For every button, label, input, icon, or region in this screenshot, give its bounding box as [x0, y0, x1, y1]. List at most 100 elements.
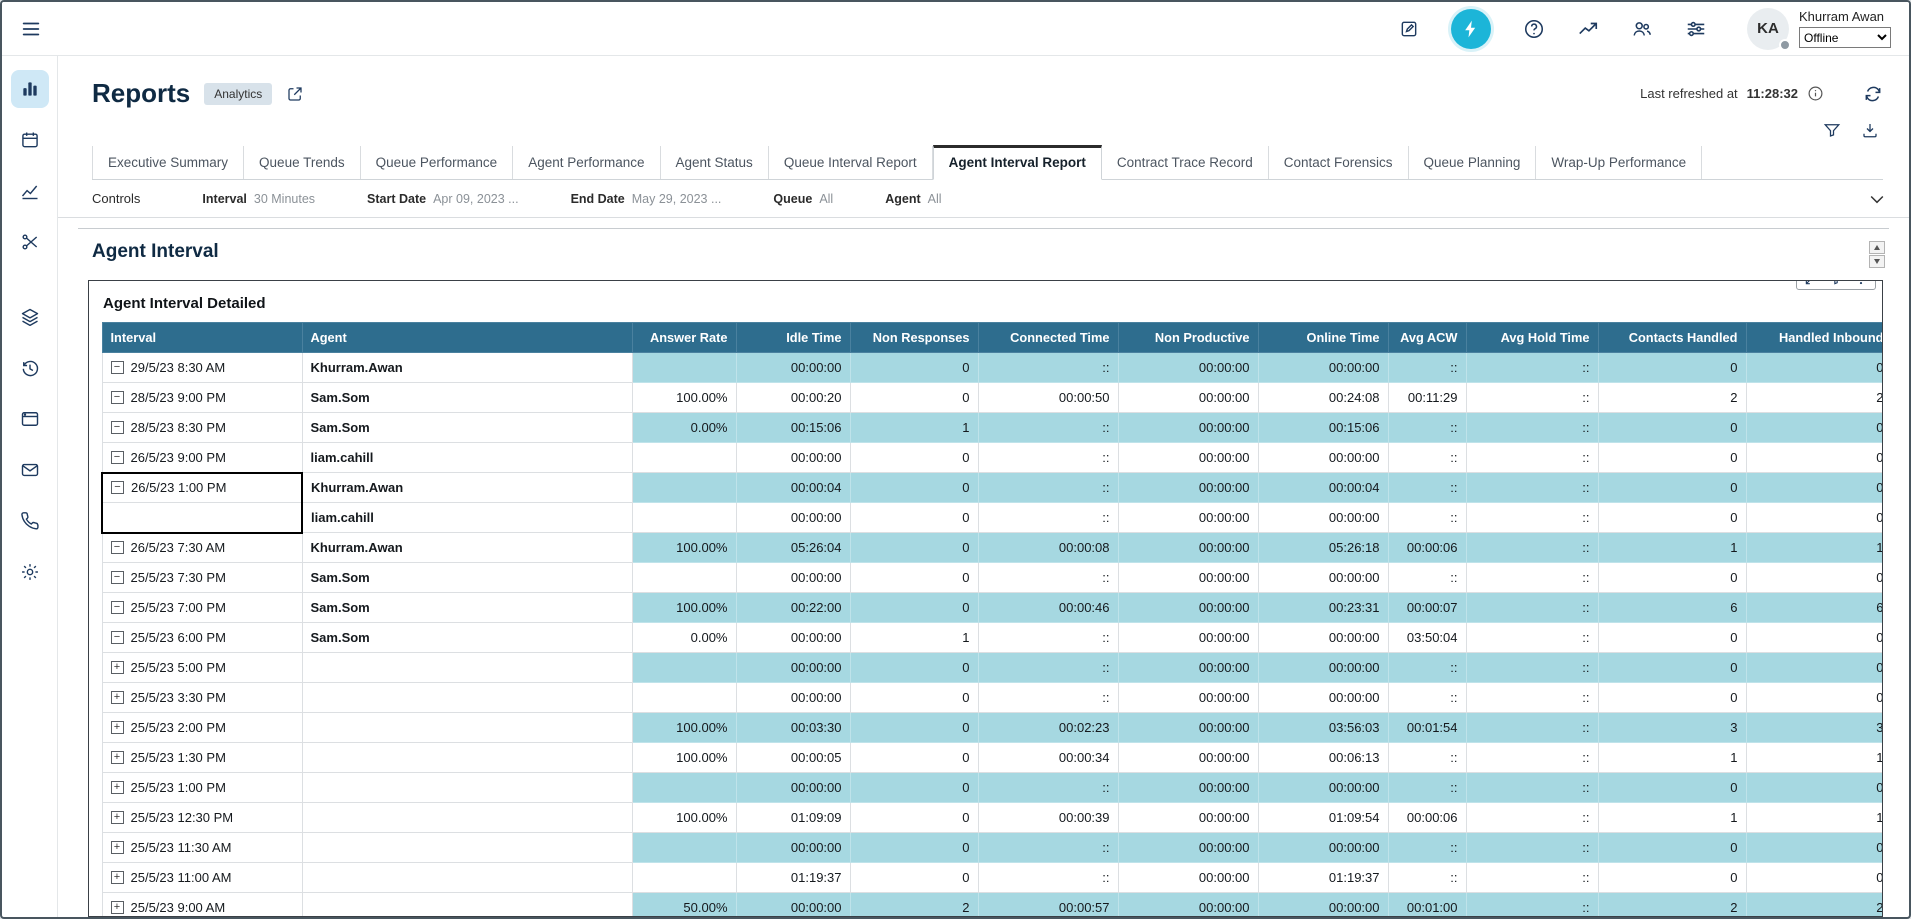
cell-agent[interactable] [302, 803, 632, 833]
cell-value[interactable]: 1 [1598, 803, 1746, 833]
cell-value[interactable]: :: [1388, 833, 1466, 863]
cell-value[interactable]: 00:00:00 [1118, 713, 1258, 743]
cell-agent[interactable] [302, 833, 632, 863]
column-header-handled-inbound[interactable]: Handled Inbound [1746, 323, 1883, 353]
cell-value[interactable]: 03:56:03 [1258, 713, 1388, 743]
cell-value[interactable]: 0 [850, 383, 978, 413]
control-end-date[interactable]: End DateMay 29, 2023 ... [571, 192, 722, 206]
cell-value[interactable]: 00:00:00 [1258, 653, 1388, 683]
cell-value[interactable]: 00:00:34 [978, 743, 1118, 773]
sidebar-item-line-chart[interactable] [11, 172, 49, 210]
tab-wrap-up-performance[interactable]: Wrap-Up Performance [1536, 146, 1702, 179]
cell-value[interactable]: 2 [1746, 893, 1883, 918]
expand-row-icon[interactable]: + [111, 751, 124, 764]
expand-row-icon[interactable]: + [111, 781, 124, 794]
cell-value[interactable] [632, 863, 736, 893]
cell-value[interactable]: 0 [1746, 833, 1883, 863]
cell-agent[interactable]: Sam.Som [302, 383, 632, 413]
cell-agent[interactable] [302, 773, 632, 803]
cell-value[interactable]: :: [1466, 593, 1598, 623]
cell-value[interactable]: 0 [850, 863, 978, 893]
cell-value[interactable]: :: [978, 833, 1118, 863]
cell-value[interactable]: :: [978, 413, 1118, 443]
cell-value[interactable]: 0 [1746, 683, 1883, 713]
cell-value[interactable]: :: [978, 443, 1118, 473]
tab-queue-performance[interactable]: Queue Performance [361, 146, 514, 179]
chevron-down-icon[interactable] [1867, 189, 1887, 209]
cell-value[interactable]: 3 [1746, 713, 1883, 743]
cell-value[interactable]: 00:00:00 [736, 623, 850, 653]
cell-value[interactable]: 1 [1598, 533, 1746, 563]
cell-value[interactable]: :: [978, 683, 1118, 713]
cell-value[interactable]: 0 [1598, 653, 1746, 683]
cell-value[interactable]: 00:00:00 [736, 833, 850, 863]
cell-value[interactable]: 0 [1598, 833, 1746, 863]
export-icon[interactable] [1861, 121, 1879, 139]
cell-value[interactable]: 0 [850, 683, 978, 713]
cell-value[interactable]: :: [1388, 413, 1466, 443]
sidebar-item-layers[interactable] [11, 298, 49, 336]
cell-value[interactable]: 00:00:00 [1118, 893, 1258, 918]
cell-interval[interactable]: −25/5/23 7:00 PM [102, 593, 302, 623]
cell-value[interactable]: :: [1466, 653, 1598, 683]
info-icon[interactable] [1807, 85, 1824, 102]
cell-value[interactable]: 0.00% [632, 623, 736, 653]
contacts-icon[interactable] [1631, 18, 1653, 40]
cell-value[interactable]: 00:15:06 [1258, 413, 1388, 443]
control-queue[interactable]: QueueAll [773, 192, 833, 206]
column-header-interval[interactable]: Interval [102, 323, 302, 353]
cell-value[interactable]: 0 [1746, 353, 1883, 383]
expand-row-icon[interactable]: + [111, 901, 124, 914]
cell-value[interactable]: 1 [1598, 743, 1746, 773]
cell-agent[interactable]: liam.cahill [302, 503, 632, 533]
cell-value[interactable]: 00:00:39 [978, 803, 1118, 833]
cell-value[interactable]: 1 [850, 413, 978, 443]
cell-value[interactable]: 00:00:00 [736, 353, 850, 383]
cell-value[interactable]: 01:09:54 [1258, 803, 1388, 833]
external-link-icon[interactable] [286, 85, 304, 103]
column-header-contacts-handled[interactable]: Contacts Handled [1598, 323, 1746, 353]
cell-value[interactable]: 0 [1598, 563, 1746, 593]
cell-value[interactable]: 2 [1598, 893, 1746, 918]
cell-value[interactable]: 0 [1598, 863, 1746, 893]
cell-value[interactable]: 0 [850, 533, 978, 563]
cell-value[interactable]: 00:02:23 [978, 713, 1118, 743]
cell-value[interactable]: 100.00% [632, 713, 736, 743]
cell-interval[interactable]: −26/5/23 1:00 PM [102, 473, 302, 503]
cell-value[interactable]: :: [1388, 683, 1466, 713]
cell-value[interactable]: 0 [1746, 653, 1883, 683]
cell-value[interactable]: 00:00:00 [1258, 683, 1388, 713]
cell-value[interactable]: 1 [1746, 743, 1883, 773]
cell-value[interactable]: 0 [850, 833, 978, 863]
column-header-non-responses[interactable]: Non Responses [850, 323, 978, 353]
cell-value[interactable]: 0 [1598, 413, 1746, 443]
cell-value[interactable]: 00:00:00 [1118, 413, 1258, 443]
tab-agent-performance[interactable]: Agent Performance [513, 146, 660, 179]
cell-value[interactable]: :: [978, 473, 1118, 503]
cell-value[interactable]: 00:00:00 [1118, 443, 1258, 473]
cell-value[interactable]: 05:26:04 [736, 533, 850, 563]
trend-chart-icon[interactable] [1577, 18, 1599, 40]
cell-value[interactable]: :: [978, 353, 1118, 383]
cell-value[interactable]: 0 [850, 773, 978, 803]
cell-value[interactable] [632, 683, 736, 713]
cell-value[interactable]: :: [1466, 503, 1598, 533]
cell-value[interactable]: 0 [850, 353, 978, 383]
expand-row-icon[interactable]: + [111, 661, 124, 674]
cell-value[interactable]: 00:00:00 [1258, 353, 1388, 383]
cell-interval[interactable]: −26/5/23 9:00 PM [102, 443, 302, 473]
tab-executive-summary[interactable]: Executive Summary [92, 146, 244, 179]
cell-value[interactable]: 1 [1746, 803, 1883, 833]
cell-value[interactable]: 00:00:00 [1258, 623, 1388, 653]
cell-value[interactable]: 00:00:04 [1258, 473, 1388, 503]
sidebar-item-history[interactable] [11, 349, 49, 387]
cell-value[interactable]: 00:00:00 [1118, 773, 1258, 803]
cell-value[interactable]: 0 [850, 563, 978, 593]
cell-value[interactable]: 00:00:00 [736, 563, 850, 593]
cell-value[interactable]: 100.00% [632, 533, 736, 563]
settings-sliders-icon[interactable] [1685, 18, 1707, 40]
cell-agent[interactable] [302, 713, 632, 743]
cell-value[interactable]: :: [1388, 503, 1466, 533]
collapse-row-icon[interactable]: − [111, 421, 124, 434]
status-select[interactable]: Offline [1799, 27, 1891, 48]
